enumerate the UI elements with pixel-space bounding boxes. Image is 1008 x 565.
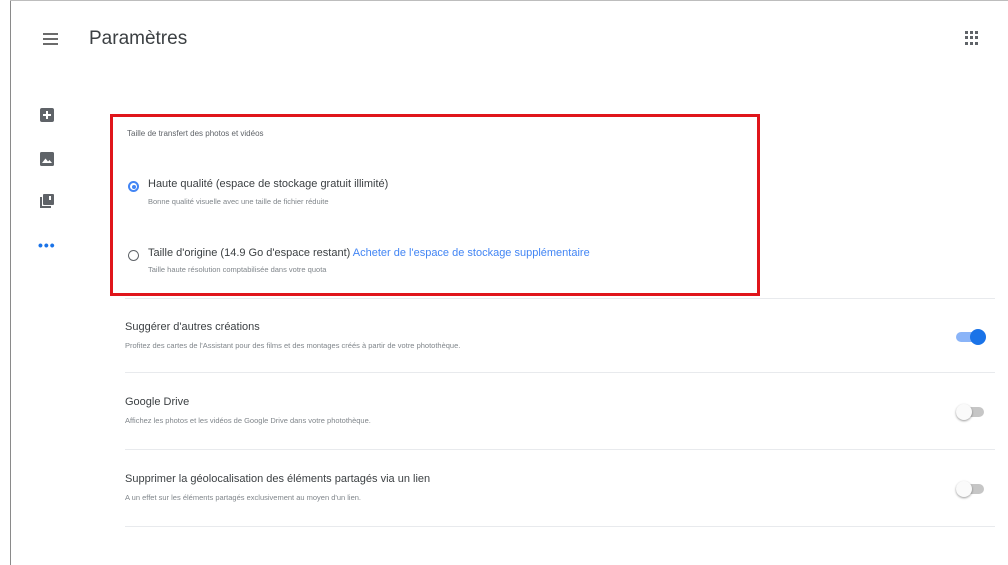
high-quality-label[interactable]: Haute qualité (espace de stockage gratui… [148,178,388,190]
photo-icon[interactable] [40,152,54,166]
high-quality-radio[interactable] [128,181,139,192]
original-size-desc: Taille haute résolution comptabilisée da… [148,265,327,274]
add-box-icon[interactable] [40,108,54,122]
buy-storage-link[interactable]: Acheter de l'espace de stockage suppléme… [353,247,590,259]
original-size-option[interactable]: Taille d'origine (14.9 Go d'espace resta… [148,247,590,259]
remove-geolocation-desc: A un effet sur les éléments partagés exc… [125,493,362,502]
apps-grid-icon[interactable] [965,31,979,45]
divider [125,526,995,527]
page-title: Paramètres [89,28,188,49]
albums-icon[interactable] [40,194,54,208]
upload-size-heading: Taille de transfert des photos et vidéos [127,129,264,138]
divider [125,372,995,373]
suggest-creations-toggle[interactable] [956,329,988,345]
remove-geolocation-toggle[interactable] [956,481,988,497]
google-drive-desc: Affichez les photos et les vidéos de Goo… [125,416,371,425]
more-icon[interactable]: ••• [38,238,56,252]
menu-icon[interactable] [41,29,61,49]
suggest-creations-title: Suggérer d'autres créations [125,321,260,333]
google-drive-title: Google Drive [125,396,190,408]
high-quality-desc: Bonne qualité visuelle avec une taille d… [148,197,329,206]
remove-geolocation-title: Supprimer la géolocalisation des élément… [125,473,431,485]
original-size-radio[interactable] [128,250,139,261]
top-app-bar: Paramètres ( [11,1,1008,91]
suggest-creations-desc: Profitez des cartes de l'Assistant pour … [125,341,461,350]
divider [125,298,995,299]
google-drive-toggle[interactable] [956,404,988,420]
original-size-label[interactable]: Taille d'origine (14.9 Go d'espace resta… [148,247,350,259]
divider [125,449,995,450]
